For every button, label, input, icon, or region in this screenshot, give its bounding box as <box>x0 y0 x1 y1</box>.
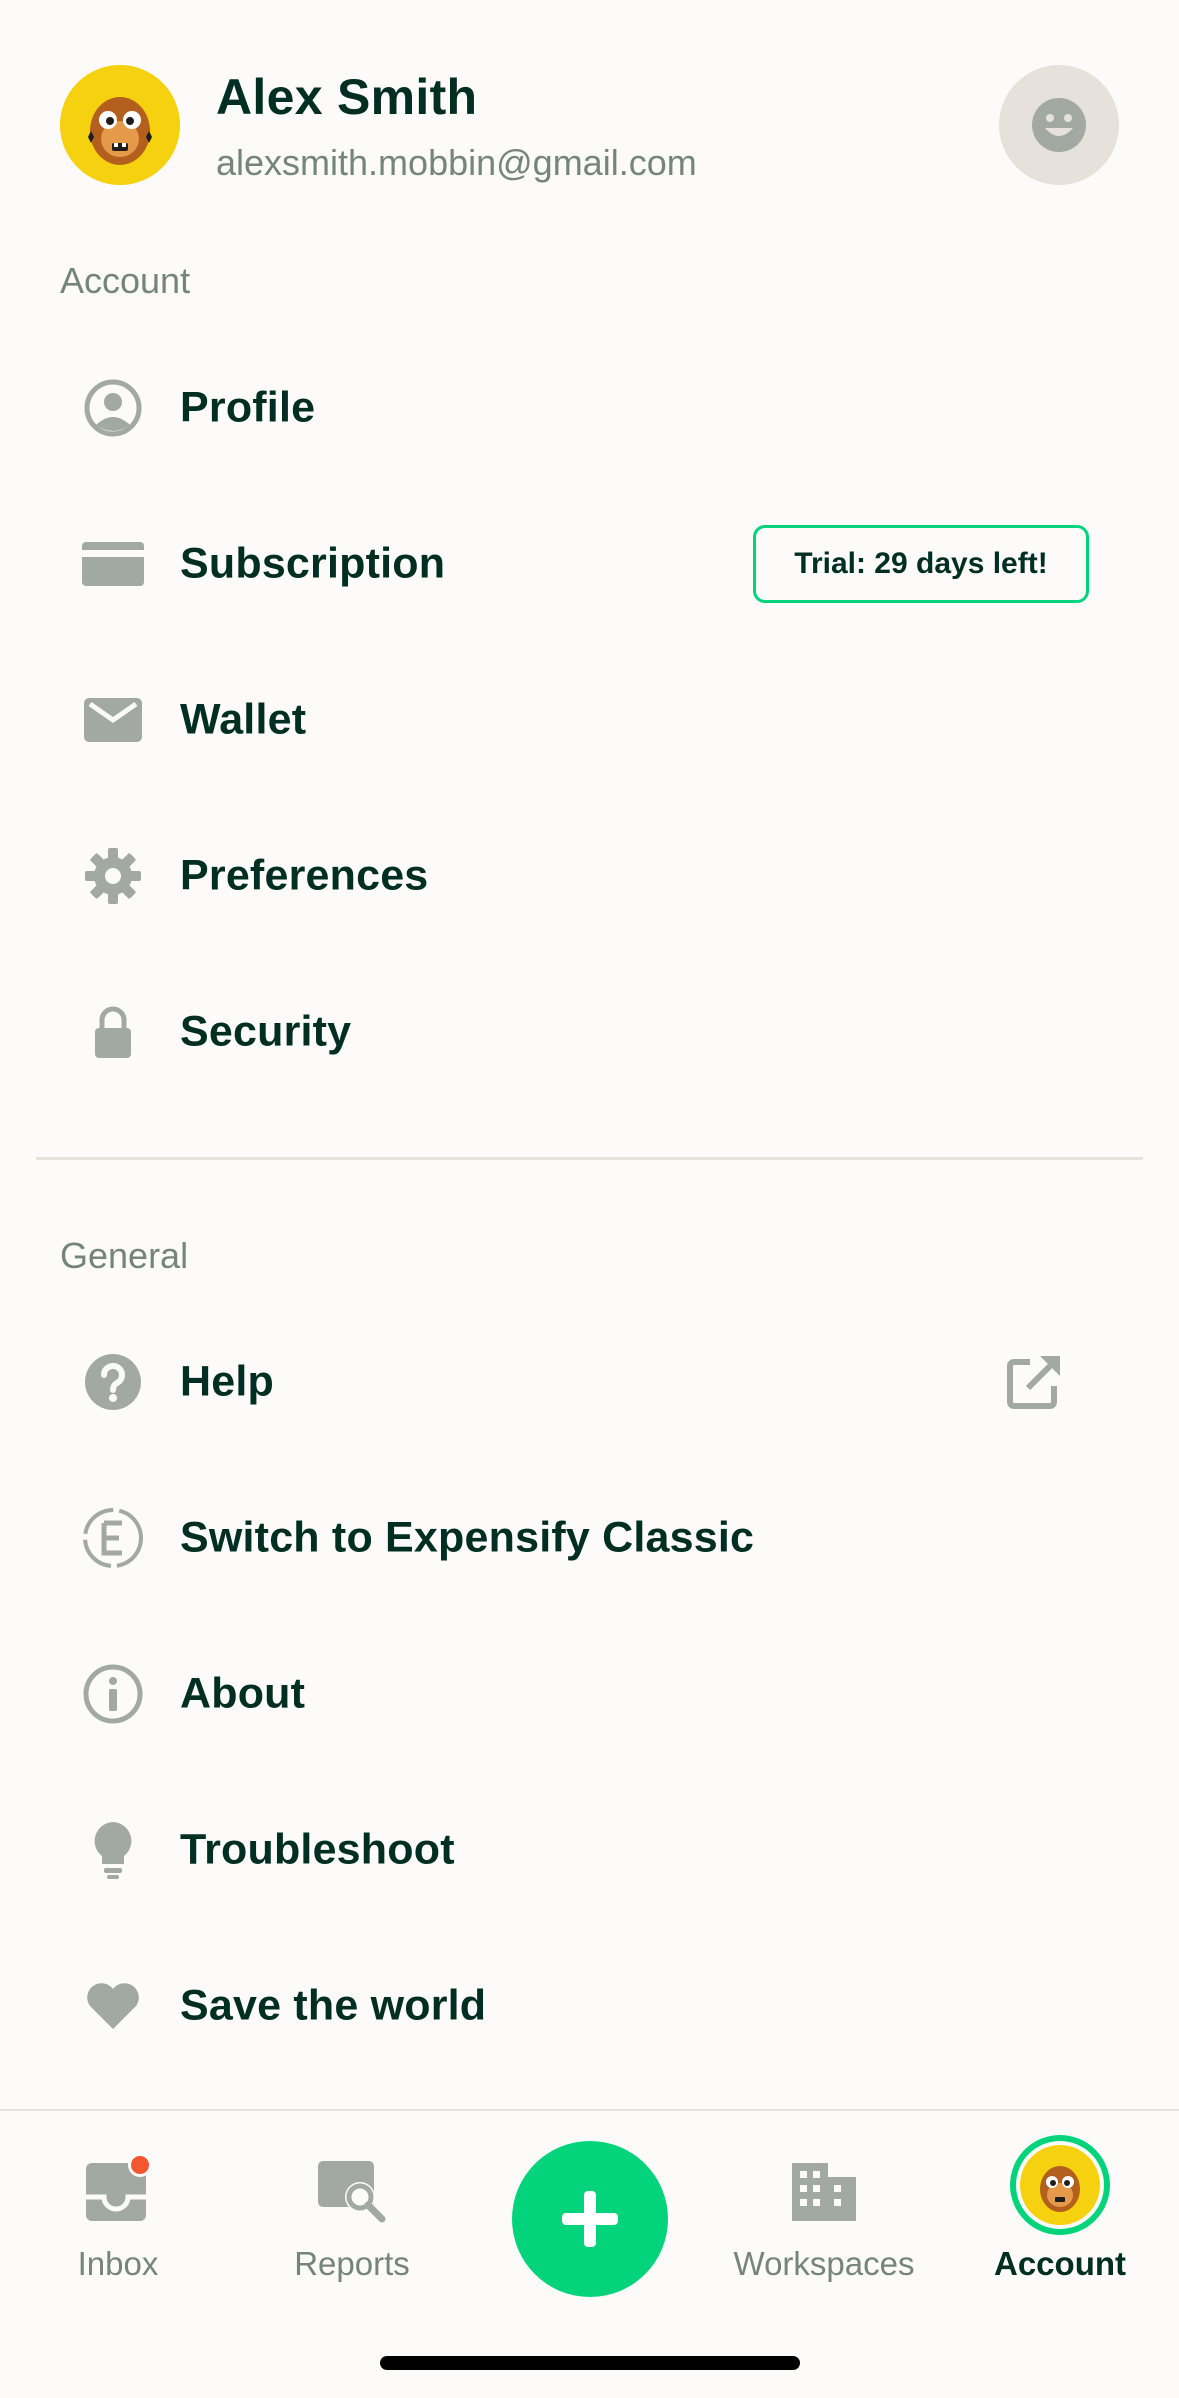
heart-icon <box>82 1975 144 2037</box>
tab-reports[interactable]: Reports <box>242 2111 462 2311</box>
question-icon <box>82 1351 144 1413</box>
menu-item-preferences[interactable]: Preferences <box>0 798 1179 954</box>
profile-icon <box>82 377 144 439</box>
menu-item-label: Wallet <box>180 695 307 744</box>
avatar <box>1008 2133 1112 2237</box>
monkey-avatar-icon <box>60 65 180 185</box>
notification-dot <box>131 2156 149 2174</box>
tab-label: Reports <box>294 2245 410 2282</box>
section-label-account: Account <box>60 260 191 301</box>
card-icon <box>82 533 144 595</box>
menu-item-label: About <box>180 1669 306 1718</box>
tab-label: Account <box>994 2245 1126 2282</box>
info-icon <box>82 1663 144 1725</box>
tab-inbox[interactable]: Inbox <box>8 2111 228 2311</box>
create-button[interactable] <box>512 2141 668 2297</box>
menu-item-save-the-world[interactable]: Save the world <box>0 1928 1179 2084</box>
tab-label: Workspaces <box>733 2245 915 2282</box>
menu-item-troubleshoot[interactable]: Troubleshoot <box>0 1772 1179 1928</box>
menu-item-label: Security <box>180 1007 352 1056</box>
reports-icon <box>316 2153 388 2225</box>
plus-icon <box>562 2191 618 2247</box>
menu-item-about[interactable]: About <box>0 1616 1179 1772</box>
menu-item-subscription[interactable]: Subscription Trial: 29 days left! <box>0 486 1179 642</box>
gear-icon <box>82 845 144 907</box>
bottom-tab-bar: Inbox Reports Workspaces Account <box>0 2109 1179 2398</box>
user-email: alexsmith.mobbin@gmail.com <box>216 142 697 183</box>
menu-item-label: Profile <box>180 383 316 432</box>
avatar[interactable] <box>60 65 180 185</box>
lightbulb-icon <box>82 1819 144 1881</box>
menu-item-label: Help <box>180 1357 274 1406</box>
tab-account[interactable]: Account <box>950 2111 1170 2311</box>
lock-icon <box>82 1001 144 1063</box>
menu-item-security[interactable]: Security <box>0 954 1179 1110</box>
building-icon <box>788 2153 860 2225</box>
menu-item-wallet[interactable]: Wallet <box>0 642 1179 798</box>
tab-workspaces[interactable]: Workspaces <box>714 2111 934 2311</box>
expensify-classic-icon <box>82 1507 144 1569</box>
tab-label: Inbox <box>77 2245 159 2282</box>
menu-item-label: Subscription <box>180 539 446 588</box>
menu-item-switch-classic[interactable]: Switch to Expensify Classic <box>0 1460 1179 1616</box>
home-indicator <box>380 2356 800 2370</box>
status-emoji-button[interactable] <box>999 65 1119 185</box>
section-divider <box>36 1157 1143 1160</box>
menu-item-label: Preferences <box>180 851 429 900</box>
menu-item-label: Troubleshoot <box>180 1825 455 1874</box>
menu-item-profile[interactable]: Profile <box>0 330 1179 486</box>
menu-item-help[interactable]: Help <box>0 1304 1179 1460</box>
trial-badge[interactable]: Trial: 29 days left! <box>753 525 1089 603</box>
user-name: Alex Smith <box>216 69 478 125</box>
section-label-general: General <box>60 1235 189 1276</box>
account-header: Alex Smith alexsmith.mobbin@gmail.com <box>0 0 1179 230</box>
menu-item-label: Save the world <box>180 1981 487 2030</box>
menu-item-label: Switch to Expensify Classic <box>180 1513 755 1562</box>
inbox-icon <box>82 2153 154 2225</box>
smiley-icon <box>1032 98 1086 152</box>
wallet-icon <box>82 689 144 751</box>
external-link-icon <box>1004 1352 1064 1412</box>
